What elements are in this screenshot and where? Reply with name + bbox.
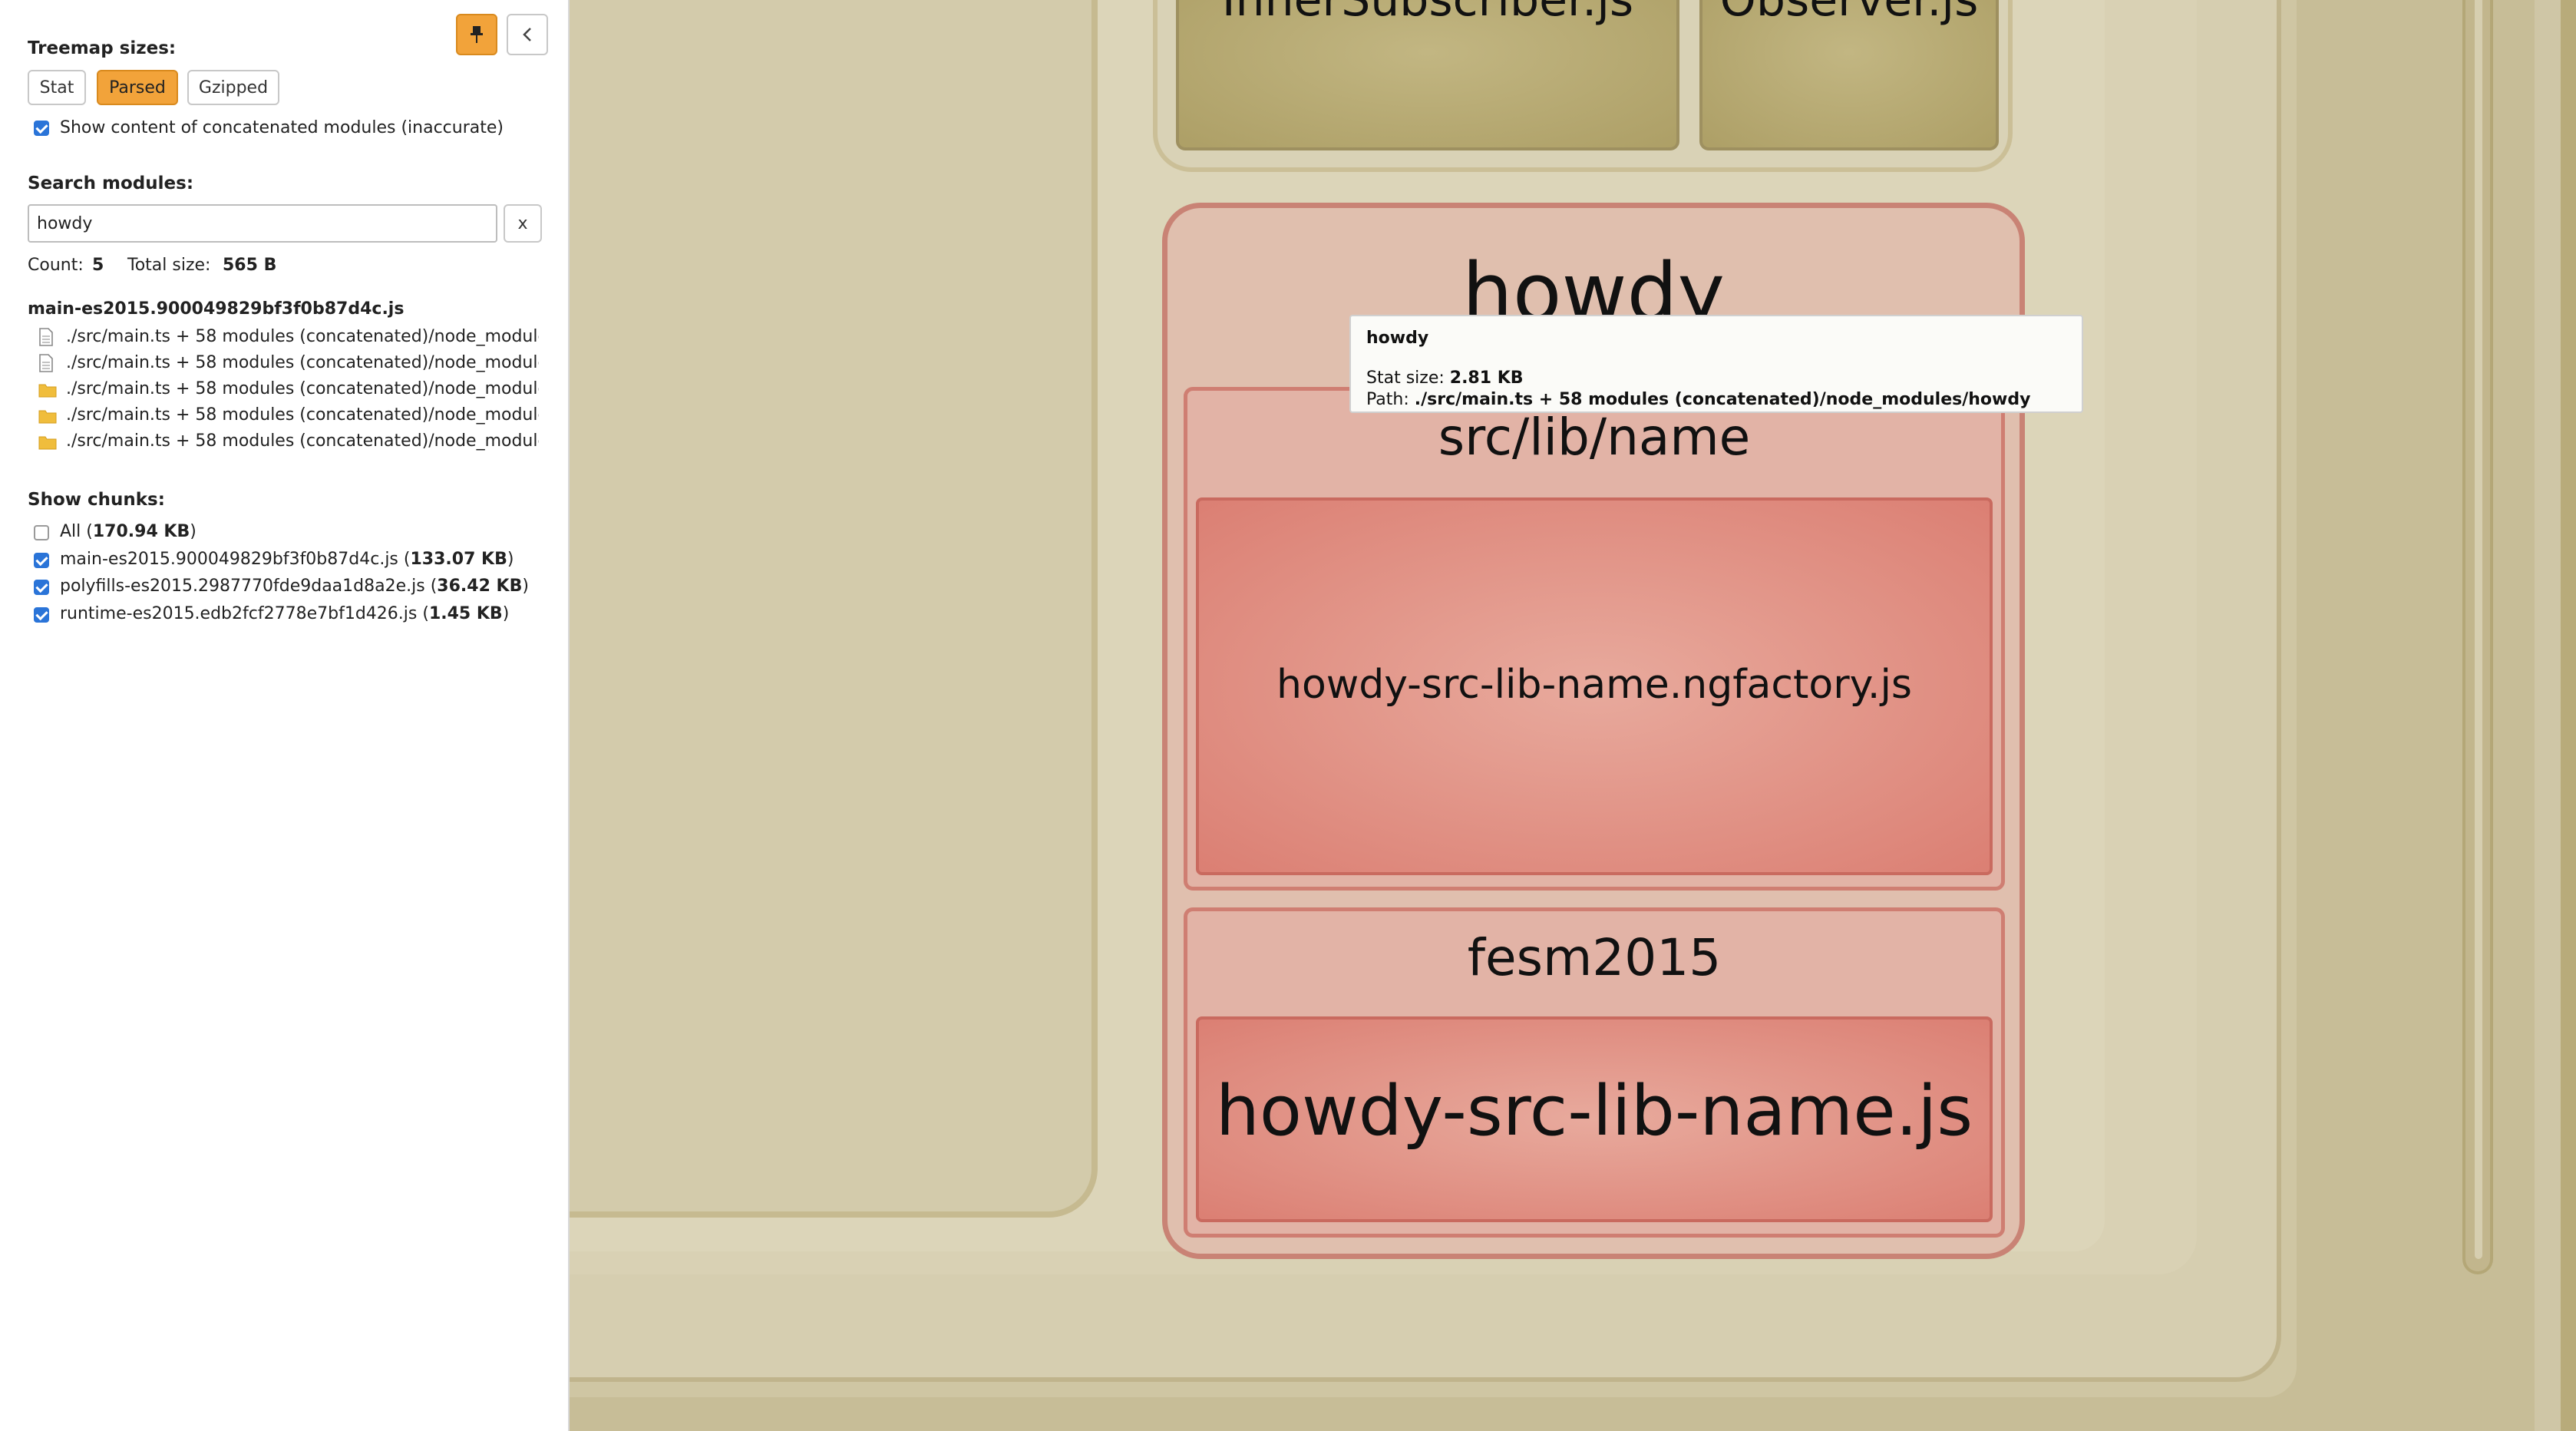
- total-size-value: 565 B: [223, 256, 277, 275]
- chunk-name: runtime-es2015.edb2fcf2778e7bf1d426.js: [60, 604, 418, 623]
- clear-search-button[interactable]: x: [504, 204, 542, 243]
- group-label: fesm2015: [1467, 928, 1722, 987]
- file-icon: [39, 354, 53, 372]
- found-module-item[interactable]: ./src/main.ts + 58 modules (concatenated…: [66, 353, 539, 372]
- show-concatenated-label: Show content of concatenated modules (in…: [60, 118, 504, 137]
- chunk-size: 133.07 KB: [410, 550, 507, 569]
- search-input[interactable]: [28, 204, 497, 243]
- pin-button[interactable]: [456, 14, 497, 55]
- file-icon: [39, 328, 53, 346]
- tooltip-stat-size: Stat size: 2.81 KB: [1366, 368, 1524, 388]
- collapse-sidebar-button[interactable]: [507, 14, 548, 55]
- count-value: 5: [92, 256, 104, 275]
- treemap-module-lib-name-js[interactable]: howdy-src-lib-name.js: [1196, 1016, 1993, 1222]
- parsed-size-button[interactable]: Parsed: [97, 70, 178, 105]
- chunk-name: main-es2015.900049829bf3f0b87d4c.js: [60, 550, 398, 569]
- folder-icon: [38, 436, 57, 450]
- chunk-checkbox-polyfills[interactable]: [34, 580, 49, 595]
- found-module-item[interactable]: ./src/main.ts + 58 modules (concatenated…: [66, 327, 539, 346]
- chunk-size: 170.94 KB: [92, 522, 190, 541]
- sidebar: Treemap sizes: Stat Parsed Gzipped Show …: [0, 0, 570, 1431]
- chunk-item-runtime[interactable]: runtime-es2015.edb2fcf2778e7bf1d426.js (…: [60, 604, 509, 623]
- chunk-size: 1.45 KB: [428, 604, 503, 623]
- chunk-checkbox-runtime[interactable]: [34, 607, 49, 623]
- module-label: Observer.js: [1719, 0, 1979, 27]
- chunk-checkbox-main[interactable]: [34, 553, 49, 568]
- treemap-module-ngfactory[interactable]: howdy-src-lib-name.ngfactory.js: [1196, 497, 1993, 875]
- group-label: src/lib/name: [1438, 408, 1751, 467]
- chunk-item-all[interactable]: All (170.94 KB): [60, 522, 197, 541]
- treemap-sizes-title: Treemap sizes:: [28, 38, 177, 58]
- tooltip-path: Path: ./src/main.ts + 58 modules (concat…: [1366, 390, 2030, 409]
- tooltip-path-value: ./src/main.ts + 58 modules (concatenated…: [1414, 390, 2031, 409]
- treemap-module-innersubscriber[interactable]: InnerSubscriber.js: [1176, 0, 1679, 150]
- module-label: InnerSubscriber.js: [1221, 0, 1634, 27]
- folder-icon: [38, 384, 57, 398]
- treemap-canvas[interactable]: InnerSubscriber.js Observer.js howdy src…: [570, 0, 2576, 1431]
- chunk-checkbox-all[interactable]: [34, 525, 49, 540]
- chunk-size: 36.42 KB: [437, 577, 523, 596]
- treemap-module-observer[interactable]: Observer.js: [1699, 0, 1999, 150]
- tooltip-stat-value: 2.81 KB: [1449, 368, 1524, 388]
- chunk-item-polyfills[interactable]: polyfills-es2015.2987770fde9daa1d8a2e.js…: [60, 577, 529, 596]
- found-module-item[interactable]: ./src/main.ts + 58 modules (concatenated…: [66, 431, 539, 451]
- found-bundle-name: main-es2015.900049829bf3f0b87d4c.js: [28, 299, 405, 319]
- gzipped-size-button[interactable]: Gzipped: [187, 70, 279, 105]
- count-label: Count:: [28, 256, 84, 275]
- search-modules-title: Search modules:: [28, 174, 194, 193]
- chunk-item-main[interactable]: main-es2015.900049829bf3f0b87d4c.js (133…: [60, 550, 514, 569]
- folder-icon: [38, 410, 57, 424]
- show-concatenated-checkbox[interactable]: [34, 121, 49, 136]
- module-label: howdy-src-lib-name.js: [1215, 1071, 1973, 1152]
- found-module-item[interactable]: ./src/main.ts + 58 modules (concatenated…: [66, 379, 539, 398]
- tooltip-path-label: Path:: [1366, 390, 1409, 409]
- chunk-name: polyfills-es2015.2987770fde9daa1d8a2e.js: [60, 577, 425, 596]
- tooltip-stat-label: Stat size:: [1366, 368, 1445, 388]
- show-chunks-title: Show chunks:: [28, 490, 165, 510]
- chevron-left-icon: [523, 28, 531, 41]
- total-size-label: Total size:: [127, 256, 211, 275]
- found-module-item[interactable]: ./src/main.ts + 58 modules (concatenated…: [66, 405, 539, 425]
- chunk-name: All: [60, 522, 81, 541]
- treemap-module-left-block[interactable]: [570, 0, 1098, 1218]
- treemap-module-narrow-inner[interactable]: [2475, 0, 2482, 1259]
- treemap-tooltip: howdy Stat size: 2.81 KB Path: ./src/mai…: [1349, 315, 2083, 413]
- module-label: howdy-src-lib-name.ngfactory.js: [1276, 662, 1912, 708]
- pin-icon: [471, 26, 483, 43]
- treemap-module-edge[interactable]: [2561, 0, 2576, 1431]
- tooltip-title: howdy: [1366, 329, 1429, 348]
- stat-size-button[interactable]: Stat: [28, 70, 86, 105]
